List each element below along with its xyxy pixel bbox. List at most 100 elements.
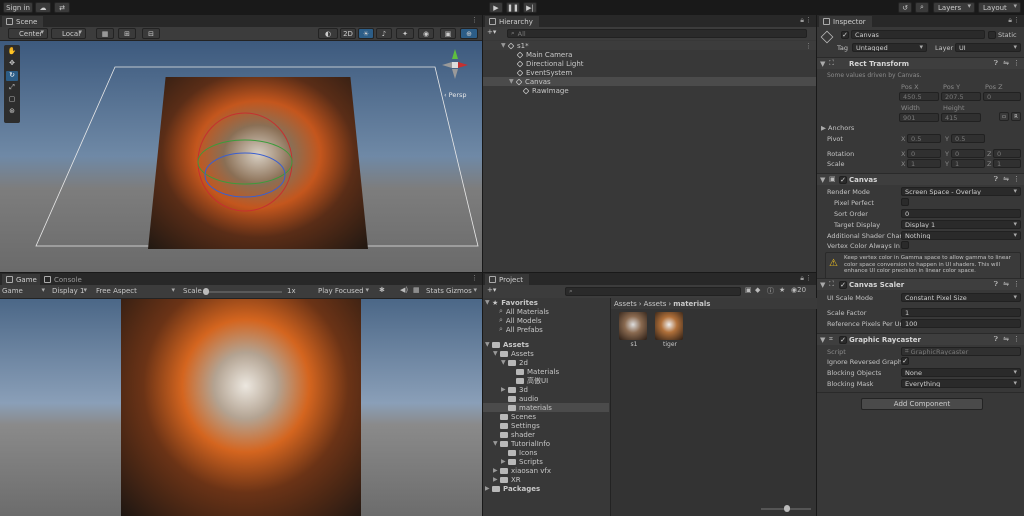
add-object-button[interactable]: +▾ xyxy=(487,28,496,36)
align-button[interactable]: ⊟ xyxy=(142,28,160,39)
favorites-header[interactable]: ▼ ★ Favorites xyxy=(485,298,538,307)
canvas-enabled-checkbox[interactable]: ✓ xyxy=(839,176,847,184)
tab-console[interactable]: Console xyxy=(40,274,88,285)
persp-label[interactable]: ‹ Persp xyxy=(444,91,467,99)
thumbnail-size-handle[interactable] xyxy=(784,505,790,512)
help-icon[interactable]: ❓︎ xyxy=(994,280,998,289)
play-focused-dropdown[interactable]: Play Focused xyxy=(318,286,372,297)
folder-item-selected[interactable]: materials xyxy=(483,403,609,412)
hierarchy-item[interactable]: Directional Light xyxy=(516,59,584,68)
create-asset-button[interactable]: +▾ xyxy=(487,286,496,294)
hand-tool-icon[interactable]: ✋ xyxy=(6,47,18,57)
layer-dropdown[interactable]: UI xyxy=(955,43,1021,52)
mute-audio-icon[interactable]: ◀) xyxy=(400,286,408,294)
folder-item[interactable]: 高傲UI xyxy=(516,376,548,385)
preset-icon[interactable]: ⇋ xyxy=(1003,59,1009,67)
sort-order-field[interactable]: 0 xyxy=(901,209,1021,218)
folder-item[interactable]: shader xyxy=(500,430,535,439)
scale-factor-field[interactable]: 1 xyxy=(901,308,1021,317)
panel-menu-icon[interactable]: ⋮ xyxy=(471,274,478,282)
info-icon[interactable]: ⓘ xyxy=(767,286,774,296)
pivot-y-field[interactable]: 0.5 xyxy=(951,134,985,143)
object-name-field[interactable]: Canvas xyxy=(851,30,985,39)
blocking-mask-dropdown[interactable]: Everything xyxy=(901,379,1021,388)
layout-dropdown[interactable]: Layout xyxy=(978,2,1021,13)
target-display-dropdown[interactable]: Display 1 xyxy=(901,220,1021,229)
rotate-gizmo[interactable] xyxy=(190,107,300,217)
step-button[interactable]: ▶| xyxy=(523,2,537,13)
collapse-arrow-icon[interactable]: ▶ xyxy=(501,386,508,393)
pixel-perfect-checkbox[interactable] xyxy=(901,198,909,206)
blocking-objects-dropdown[interactable]: None xyxy=(901,368,1021,377)
component-menu-icon[interactable]: ⋮ xyxy=(1013,335,1020,343)
foldout-arrow-icon[interactable]: ▼ xyxy=(820,281,825,289)
help-icon[interactable]: ❓︎ xyxy=(994,59,998,68)
add-component-button[interactable]: Add Component xyxy=(861,398,983,410)
pivot-center-dropdown[interactable]: Center xyxy=(8,28,48,39)
display-dropdown[interactable]: Display 1 xyxy=(52,286,90,297)
favorite-item[interactable]: ⌕ All Models xyxy=(499,316,542,325)
lock-icon[interactable]: 🔒︎ xyxy=(800,16,804,25)
expand-arrow-icon[interactable]: ▼ xyxy=(501,359,508,366)
packages-root[interactable]: ▶ Packages xyxy=(485,484,540,493)
grid-snap-button[interactable]: ▦ xyxy=(96,28,114,39)
grid-overlay-icon[interactable]: ▦ xyxy=(413,286,420,294)
folder-item[interactable]: ▶ Scripts xyxy=(501,457,543,466)
panel-menu-icon[interactable]: ⋮ xyxy=(805,274,812,282)
folder-item[interactable]: audio xyxy=(508,394,538,403)
filter-type-icon[interactable]: ▣ xyxy=(745,286,752,294)
rotate-tool-icon[interactable]: ↻ xyxy=(6,71,18,81)
posy-field[interactable]: 207.5 xyxy=(941,92,981,101)
script-field[interactable]: ⌗ GraphicRaycaster xyxy=(901,347,1021,356)
active-checkbox[interactable]: ✓ xyxy=(841,31,849,39)
rect-tool-icon[interactable]: ▢ xyxy=(6,95,18,105)
favorite-item[interactable]: ⌕ All Prefabs xyxy=(499,325,543,334)
posz-field[interactable]: 0 xyxy=(983,92,1021,101)
pivot-local-dropdown[interactable]: Local xyxy=(51,28,86,39)
preset-icon[interactable]: ⇋ xyxy=(1003,335,1009,343)
panel-menu-icon[interactable]: ⋮ xyxy=(471,16,478,24)
panel-menu-icon[interactable]: ⋮ xyxy=(1013,16,1020,24)
blueprint-mode-button[interactable]: ▭ xyxy=(999,112,1009,121)
folder-item[interactable]: ▼ TutorialInfo xyxy=(493,439,550,448)
bug-icon[interactable]: ✱ xyxy=(379,286,385,294)
component-menu-icon[interactable]: ⋮ xyxy=(1013,175,1020,183)
expand-arrow-icon[interactable]: ▼ xyxy=(485,341,492,348)
stats-button[interactable]: Stats xyxy=(426,287,444,295)
anchors-foldout[interactable]: ▶ Anchors xyxy=(821,123,854,132)
preset-icon[interactable]: ⇋ xyxy=(1003,280,1009,288)
tab-game[interactable]: Game xyxy=(2,274,43,285)
ignore-reversed-checkbox[interactable]: ✓ xyxy=(901,357,909,365)
assets-root[interactable]: ▼ Assets xyxy=(485,340,529,349)
project-search-input[interactable]: ⌕ xyxy=(565,287,741,296)
component-menu-icon[interactable]: ⋮ xyxy=(1013,59,1020,67)
scene-camera-button[interactable]: ▣ xyxy=(440,28,456,39)
scale-tool-icon[interactable]: ⤢ xyxy=(6,83,18,93)
component-menu-icon[interactable]: ⋮ xyxy=(1013,280,1020,288)
scene-menu-icon[interactable]: ⋮ xyxy=(805,42,812,50)
aspect-dropdown[interactable]: Free Aspect xyxy=(96,286,178,297)
raw-edit-button[interactable]: R xyxy=(1011,112,1021,121)
rotation-y-field[interactable]: 0 xyxy=(951,149,985,158)
visibility-count[interactable]: ◉20 xyxy=(791,286,806,294)
canvas-scaler-header[interactable]: ▼ ⛶ ✓ Canvas Scaler ❓︎ ⇋ ⋮ xyxy=(817,278,1024,290)
ui-scale-mode-dropdown[interactable]: Constant Pixel Size xyxy=(901,293,1021,302)
asset-tile[interactable]: tiger xyxy=(655,312,685,348)
pause-button[interactable]: ❚❚ xyxy=(506,2,520,13)
collapse-arrow-icon[interactable]: ▶ xyxy=(501,458,508,465)
graphic-raycaster-header[interactable]: ▼ ⌗ ✓ Graphic Raycaster ❓︎ ⇋ ⋮ xyxy=(817,333,1024,345)
scaler-enabled-checkbox[interactable]: ✓ xyxy=(839,281,847,289)
tab-inspector[interactable]: Inspector xyxy=(819,16,872,27)
orientation-gizmo[interactable] xyxy=(440,45,470,81)
shading-mode-button[interactable]: ◐ xyxy=(318,28,338,39)
folder-item[interactable]: ▶ XR xyxy=(493,475,521,484)
layers-dropdown[interactable]: Layers xyxy=(933,2,975,13)
lock-icon[interactable]: 🔒︎ xyxy=(800,274,804,283)
width-field[interactable]: 901 xyxy=(899,113,939,122)
tab-hierarchy[interactable]: Hierarchy xyxy=(485,16,539,27)
gizmos-toggle[interactable]: ⊕ xyxy=(460,28,478,39)
foldout-arrow-icon[interactable]: ▼ xyxy=(820,60,825,68)
breadcrumb-item[interactable]: materials xyxy=(673,300,710,308)
folder-item[interactable]: Icons xyxy=(508,448,537,457)
asset-tile[interactable]: s1 xyxy=(619,312,649,348)
